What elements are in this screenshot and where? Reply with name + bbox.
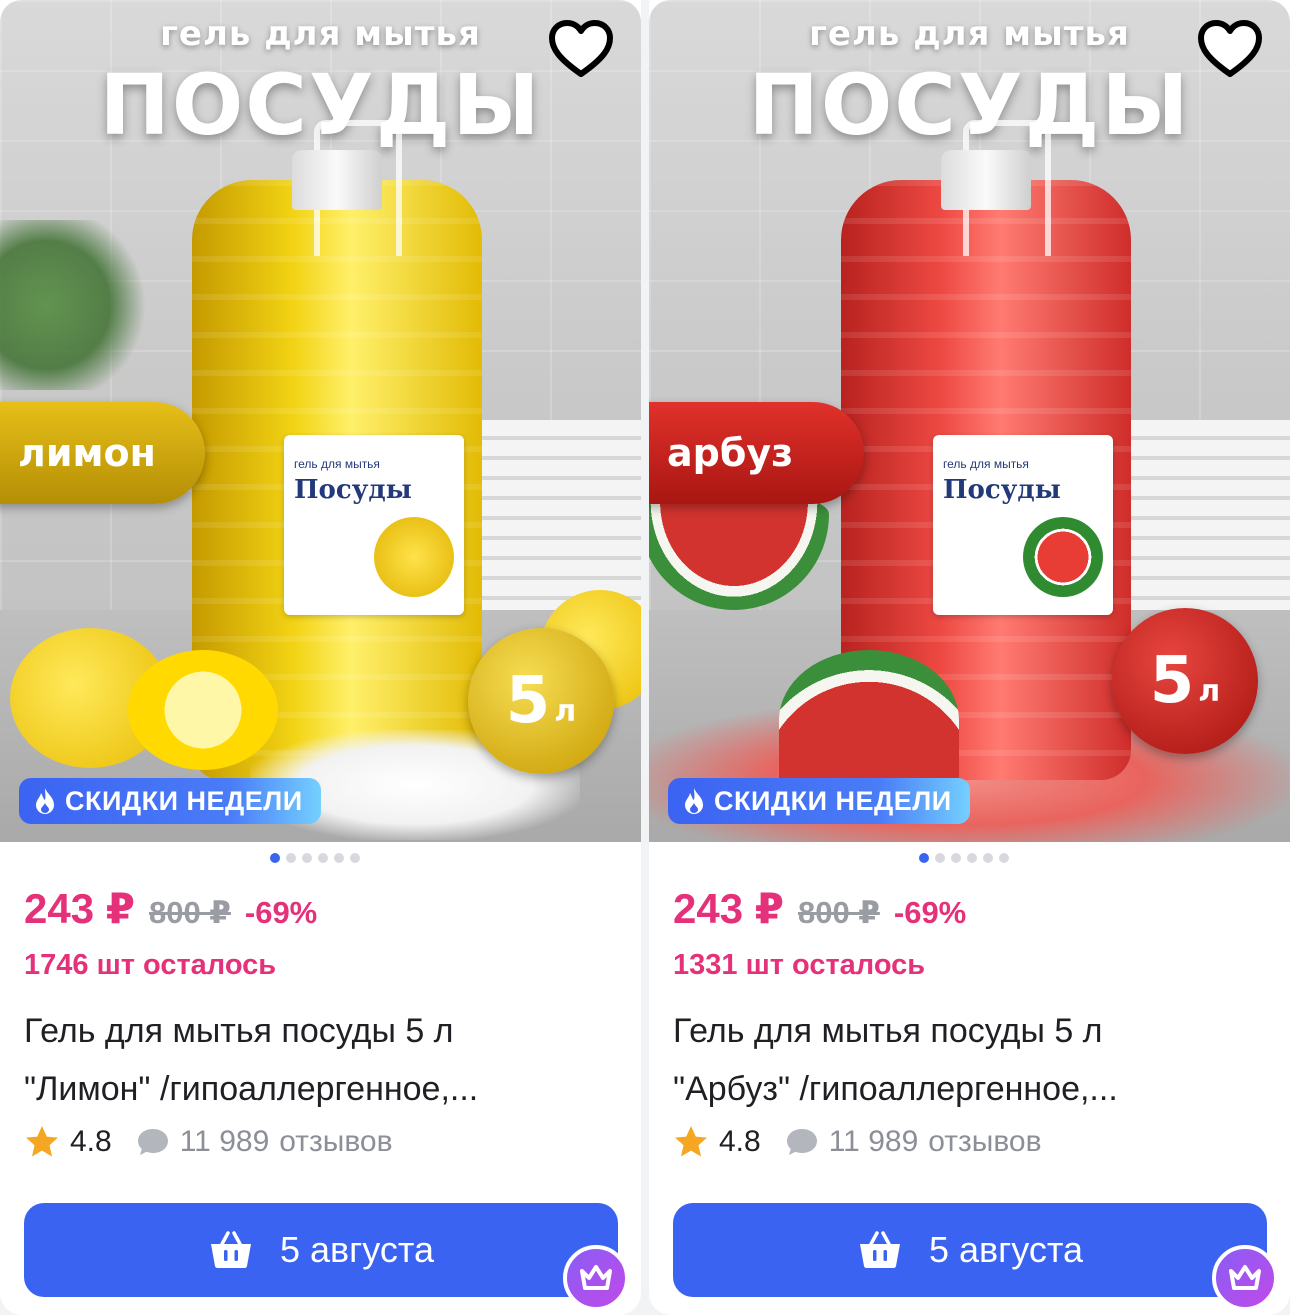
basket-icon <box>859 1231 900 1268</box>
carousel-dot[interactable] <box>935 853 945 863</box>
carousel-dot[interactable] <box>350 853 360 863</box>
flavor-pill: лимон <box>0 402 205 504</box>
sale-badge-label: СКИДКИ НЕДЕЛИ <box>714 785 952 816</box>
bottle-label-subtitle: гель для мытья <box>294 457 380 471</box>
favorite-button[interactable] <box>1194 17 1266 83</box>
volume-unit: л <box>1198 673 1221 709</box>
heart-outline-icon <box>549 20 613 77</box>
bottle-label: гель для мытья Посуды <box>933 435 1113 615</box>
bottle-label-subtitle: гель для мытья <box>943 457 1029 471</box>
add-to-cart-button[interactable]: 5 августа <box>673 1203 1267 1297</box>
bottle-label-fruit <box>1023 517 1103 597</box>
product-image[interactable]: гель для мытья ПОСУДЫ гель для мытья Пос… <box>0 0 641 842</box>
flavor-pill: арбуз <box>649 402 864 504</box>
carousel-dot[interactable] <box>302 853 312 863</box>
reviews-label: отзывов <box>928 1125 1042 1158</box>
premium-badge[interactable] <box>563 1245 629 1311</box>
bottle-cap <box>941 150 1031 210</box>
old-price: 800 ₽ <box>148 895 231 930</box>
basket-icon <box>210 1231 251 1268</box>
heart-outline-icon <box>1198 20 1262 77</box>
rating-row: 4.8 11 989 отзывов <box>673 1124 1042 1160</box>
carousel-dot-active[interactable] <box>919 853 929 863</box>
delivery-date-label[interactable]: 5 августа <box>280 1229 434 1271</box>
star-icon <box>675 1126 707 1157</box>
lemon-half-image <box>128 650 278 770</box>
stock-remaining: 1331 шт осталось <box>673 949 926 981</box>
volume-unit: л <box>554 693 577 729</box>
old-price: 800 ₽ <box>797 895 880 930</box>
rating-value: 4.8 <box>70 1125 112 1158</box>
carousel-dot[interactable] <box>967 853 977 863</box>
delivery-date-label[interactable]: 5 августа <box>929 1229 1083 1271</box>
carousel-dot[interactable] <box>318 853 328 863</box>
sale-badge-label: СКИДКИ НЕДЕЛИ <box>65 785 303 816</box>
add-to-cart-button[interactable]: 5 августа <box>24 1203 618 1297</box>
current-price: 243 ₽ <box>673 885 784 932</box>
carousel-dot[interactable] <box>334 853 344 863</box>
product-title-line1[interactable]: Гель для мытья посуды 5 л <box>673 1002 1263 1060</box>
product-title-line2[interactable]: "Арбуз" /гипоаллергенное,... <box>673 1060 1263 1118</box>
carousel-dot[interactable] <box>999 853 1009 863</box>
comment-bubble-icon <box>786 1129 817 1155</box>
volume-number: 5 <box>505 664 551 738</box>
carousel-dots[interactable] <box>270 853 360 863</box>
carousel-dot-active[interactable] <box>270 853 280 863</box>
carousel-dot[interactable] <box>286 853 296 863</box>
price-row: 243 ₽ 800 ₽ -69% <box>24 884 317 933</box>
premium-badge[interactable] <box>1212 1245 1278 1311</box>
comment-bubble-icon <box>137 1129 168 1155</box>
star-icon <box>26 1126 58 1157</box>
sale-badge: СКИДКИ НЕДЕЛИ <box>19 778 321 824</box>
volume-badge: 5 л <box>468 628 614 774</box>
fire-icon <box>36 788 54 814</box>
volume-number: 5 <box>1149 644 1195 718</box>
bottle-label: гель для мытья Посуды <box>284 435 464 615</box>
fire-icon <box>685 788 703 814</box>
stock-remaining: 1746 шт осталось <box>24 949 277 981</box>
carousel-dot[interactable] <box>983 853 993 863</box>
discount-percent: -69% <box>893 895 967 930</box>
sale-badge: СКИДКИ НЕДЕЛИ <box>668 778 970 824</box>
product-title-line2[interactable]: "Лимон" /гипоаллергенное,... <box>24 1060 614 1118</box>
product-card[interactable]: гель для мытья ПОСУДЫ гель для мытья Пос… <box>0 0 641 1315</box>
crown-icon <box>580 1265 612 1290</box>
discount-percent: -69% <box>244 895 318 930</box>
bottle-label-fruit <box>374 517 454 597</box>
bottle-cap <box>292 150 382 210</box>
reviews-label: отзывов <box>279 1125 393 1158</box>
product-image[interactable]: гель для мытья ПОСУДЫ гель для мытья Пос… <box>649 0 1290 842</box>
carousel-dot[interactable] <box>951 853 961 863</box>
bottle-label-title: Посуды <box>943 475 1061 505</box>
product-card[interactable]: гель для мытья ПОСУДЫ гель для мытья Пос… <box>649 0 1290 1315</box>
bottle-label-title: Посуды <box>294 475 412 505</box>
carousel-dots[interactable] <box>919 853 1009 863</box>
current-price: 243 ₽ <box>24 885 135 932</box>
volume-badge: 5 л <box>1112 608 1258 754</box>
crown-icon <box>1229 1265 1261 1290</box>
favorite-button[interactable] <box>545 17 617 83</box>
price-row: 243 ₽ 800 ₽ -69% <box>673 884 966 933</box>
reviews-count: 11 989 <box>828 1125 919 1158</box>
product-title[interactable]: Гель для мытья посуды 5 л "Арбуз" /гипоа… <box>673 1002 1263 1118</box>
rating-value: 4.8 <box>719 1125 761 1158</box>
product-title[interactable]: Гель для мытья посуды 5 л "Лимон" /гипоа… <box>24 1002 614 1118</box>
rating-row: 4.8 11 989 отзывов <box>24 1124 393 1160</box>
image-plant <box>0 220 160 390</box>
product-title-line1[interactable]: Гель для мытья посуды 5 л <box>24 1002 614 1060</box>
watermelon-slice-image <box>779 650 959 790</box>
reviews-count: 11 989 <box>179 1125 270 1158</box>
